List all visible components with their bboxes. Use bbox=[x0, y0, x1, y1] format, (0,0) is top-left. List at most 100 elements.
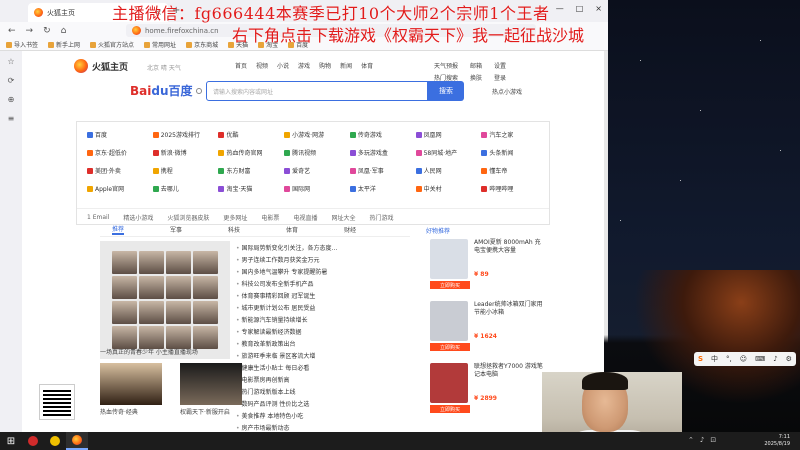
news-item[interactable]: 电影票房再创新高 bbox=[236, 375, 416, 387]
footer-link[interactable]: 网址大全 bbox=[331, 213, 355, 222]
top-nav-item[interactable]: 视频 bbox=[256, 61, 268, 70]
site-link[interactable]: 太平洋 bbox=[349, 184, 416, 193]
footer-link[interactable]: 电影票 bbox=[261, 213, 279, 222]
qr-code[interactable] bbox=[39, 384, 75, 420]
top-nav-item[interactable]: 游戏 bbox=[298, 61, 310, 70]
footer-link[interactable]: 电视直播 bbox=[293, 213, 317, 222]
weather-city[interactable]: 北京 晴 天气 bbox=[147, 63, 181, 72]
taskbar-app-icon[interactable] bbox=[22, 432, 44, 450]
search-input[interactable]: 请输入搜索内容或网址 bbox=[206, 81, 428, 101]
news-item[interactable]: 热门游戏新版本上线 bbox=[236, 387, 416, 399]
site-link[interactable]: 优酷 bbox=[218, 130, 284, 139]
voice-icon[interactable]: ♪ bbox=[773, 355, 777, 363]
top-nav-item[interactable]: 首页 bbox=[235, 61, 247, 70]
site-link[interactable]: 凤凰网 bbox=[415, 130, 482, 139]
buy-button[interactable]: 立即购买 bbox=[430, 281, 470, 289]
news-item[interactable]: 新能源汽车销量持续增长 bbox=[236, 315, 416, 327]
top-nav-item[interactable]: 小说 bbox=[277, 61, 289, 70]
buy-button[interactable]: 立即购买 bbox=[430, 405, 470, 413]
forward-button[interactable]: → bbox=[26, 26, 34, 36]
site-link[interactable]: 携程 bbox=[152, 166, 219, 175]
news-item[interactable]: 美食推荐 本地特色小吃 bbox=[236, 411, 416, 423]
baidu-logo[interactable]: Baidu百度 bbox=[130, 82, 193, 99]
site-link[interactable]: 2025游戏排行 bbox=[152, 130, 219, 139]
minimize-button[interactable]: — bbox=[556, 4, 564, 13]
site-link[interactable]: 懂车帝 bbox=[481, 166, 547, 175]
ime-punct[interactable]: °, bbox=[726, 355, 732, 363]
site-link[interactable]: 58同城·地产 bbox=[415, 148, 482, 157]
news-item[interactable]: 国内多地气温攀升 专家提醒防暑 bbox=[236, 267, 416, 279]
close-window-button[interactable]: × bbox=[595, 4, 602, 13]
bookmark-star-icon[interactable]: ☆ bbox=[7, 57, 14, 66]
header-link[interactable]: 登录 bbox=[494, 73, 506, 82]
news-photo[interactable] bbox=[180, 363, 242, 405]
news-item[interactable]: 体育赛事精彩回顾 冠军诞生 bbox=[236, 291, 416, 303]
tab-recommend[interactable]: 推荐 bbox=[112, 224, 125, 235]
bookmark-item[interactable]: 火狐官方站点 bbox=[90, 40, 134, 49]
extensions-icon[interactable]: ⊕ bbox=[8, 95, 15, 104]
site-link[interactable]: 传奇游戏 bbox=[349, 130, 416, 139]
taskbar-app-icon[interactable] bbox=[44, 432, 66, 450]
header-link[interactable]: 设置 bbox=[494, 61, 506, 70]
footer-link[interactable]: 1 Email bbox=[87, 214, 109, 221]
buy-button[interactable]: 立即购买 bbox=[430, 343, 470, 351]
tab-tech[interactable]: 科技 bbox=[228, 225, 240, 234]
network-icon[interactable]: ⊡ bbox=[710, 436, 716, 444]
search-engine-radio[interactable] bbox=[196, 88, 202, 94]
site-link[interactable]: 百度 bbox=[87, 130, 153, 139]
news-item[interactable]: 房产市场最新动态 bbox=[236, 423, 416, 432]
footer-link[interactable]: 更多网址 bbox=[223, 213, 247, 222]
header-link[interactable]: 换肤 bbox=[470, 73, 482, 82]
settings-icon[interactable]: ⚙ bbox=[786, 355, 792, 363]
tab-sports[interactable]: 体育 bbox=[286, 225, 298, 234]
site-link[interactable]: Apple官网 bbox=[87, 184, 153, 193]
home-button[interactable]: ⌂ bbox=[61, 26, 67, 36]
bookmark-item[interactable]: 导入书签 bbox=[6, 40, 38, 49]
hot-games-link[interactable]: 热点小游戏 bbox=[492, 87, 522, 96]
news-item[interactable]: 男子连续工作数月获奖金万元 bbox=[236, 255, 416, 267]
site-link[interactable]: 淘宝·天猫 bbox=[218, 184, 284, 193]
photo-caption[interactable]: 热血传奇·经典 bbox=[100, 407, 138, 416]
footer-link[interactable]: 精选小游戏 bbox=[123, 213, 153, 222]
photo-caption[interactable]: 一场真正的青春少年 小主播直播现场 bbox=[100, 347, 198, 356]
photo-collage[interactable] bbox=[100, 241, 230, 359]
site-logo[interactable]: 火狐主页 bbox=[74, 59, 128, 73]
site-link[interactable]: 东方财富 bbox=[218, 166, 284, 175]
reload-button[interactable]: ↻ bbox=[43, 26, 51, 36]
header-link[interactable]: 天气预报 bbox=[434, 61, 458, 70]
site-link[interactable]: 国际网 bbox=[284, 184, 350, 193]
site-link[interactable]: 中关村 bbox=[415, 184, 482, 193]
site-link[interactable]: 美团·外卖 bbox=[87, 166, 153, 175]
emoji-icon[interactable]: ☺ bbox=[740, 355, 747, 363]
windows-start-icon[interactable]: ⊞ bbox=[0, 432, 22, 450]
history-icon[interactable]: ⟳ bbox=[8, 76, 15, 85]
tab-finance[interactable]: 财经 bbox=[344, 225, 356, 234]
taskbar-firefox-icon[interactable] bbox=[66, 432, 88, 450]
shop-item[interactable]: AMOI夏新 8000mAh 充电宝便携大容量 ¥ 89 立即购买 bbox=[426, 237, 546, 299]
top-nav-item[interactable]: 体育 bbox=[361, 61, 373, 70]
tray-expand-icon[interactable]: ⌃ bbox=[688, 436, 694, 444]
keyboard-icon[interactable]: ⌨ bbox=[755, 355, 765, 363]
news-item[interactable]: 专家解读最新经济数据 bbox=[236, 327, 416, 339]
footer-link[interactable]: 火狐浏览器皮肤 bbox=[167, 213, 209, 222]
top-nav-item[interactable]: 新闻 bbox=[340, 61, 352, 70]
top-nav-item[interactable]: 购物 bbox=[319, 61, 331, 70]
bookmark-item[interactable]: 京东商城 bbox=[186, 40, 218, 49]
site-link[interactable]: 哔哩哔哩 bbox=[481, 184, 547, 193]
news-item[interactable]: 科技公司发布全新手机产品 bbox=[236, 279, 416, 291]
photo-caption[interactable]: 权霸天下·新服开启 bbox=[180, 407, 230, 416]
site-link[interactable]: 爱奇艺 bbox=[284, 166, 350, 175]
news-item[interactable]: 旅游旺季来临 景区客流大增 bbox=[236, 351, 416, 363]
news-photo[interactable] bbox=[100, 363, 162, 405]
taskbar-clock[interactable]: 7:11 2025/8/19 bbox=[764, 434, 790, 448]
site-link[interactable]: 凤凰·军事 bbox=[349, 166, 416, 175]
footer-link[interactable]: 热门游戏 bbox=[369, 213, 393, 222]
site-link[interactable]: 京东·超低价 bbox=[87, 148, 153, 157]
volume-icon[interactable]: ♪ bbox=[700, 436, 704, 444]
tab-military[interactable]: 军事 bbox=[170, 225, 182, 234]
site-link[interactable]: 汽车之家 bbox=[481, 130, 547, 139]
site-link[interactable]: 腾讯视频 bbox=[284, 148, 350, 157]
site-link[interactable]: 多玩游戏盒 bbox=[349, 148, 416, 157]
sogou-logo-icon[interactable]: S bbox=[698, 355, 703, 363]
shop-item[interactable]: Leader统帅冰箱双门家用节能小冰箱 ¥ 1624 立即购买 bbox=[426, 299, 546, 361]
